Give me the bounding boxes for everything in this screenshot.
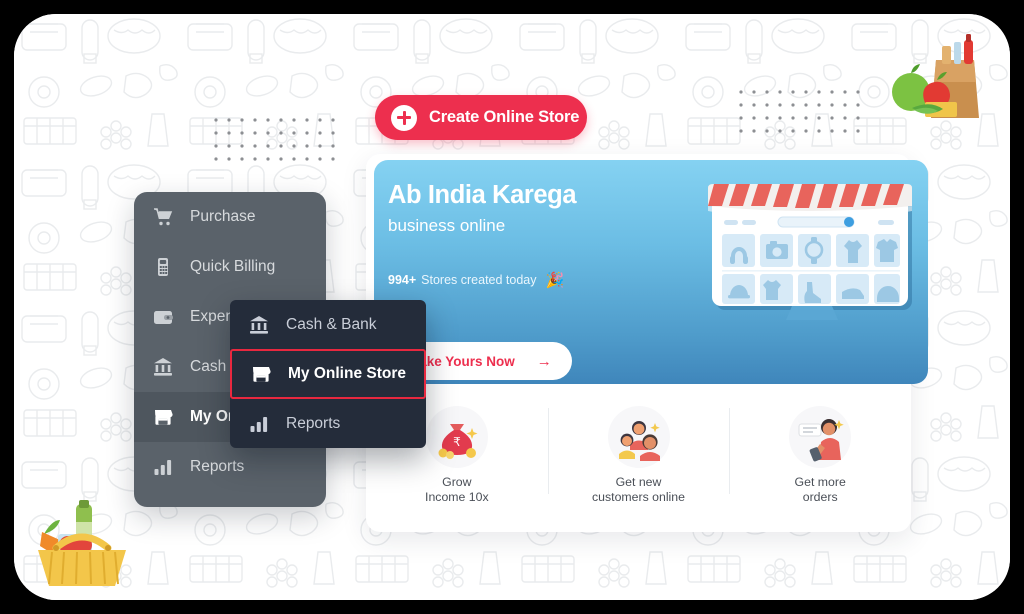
grocery-bag-illustration [884, 26, 1000, 126]
sidebar-item-label: Purchase [190, 208, 256, 225]
screenshot-root: Create Online Store Ab India Karega busi… [0, 0, 1024, 614]
hero-stat-text: Stores created today [421, 273, 537, 287]
plus-circle-icon [391, 104, 417, 131]
hero-stat: 994+ Stores created today 🎉 [388, 271, 564, 289]
bank-icon [152, 356, 174, 378]
popup-submenu: Cash & Bank My Online Store Reports [230, 300, 426, 448]
feature-caption: Get new customers online [592, 475, 685, 504]
feature-card: Get more orders [729, 392, 911, 505]
money-bag-icon: ₹ [425, 406, 488, 468]
arrow-right-icon: → [536, 352, 552, 370]
online-storefront-illustration [706, 182, 916, 327]
bar-chart-icon [152, 456, 174, 478]
sidebar-item-label: Reports [190, 458, 245, 475]
popup-item-reports[interactable]: Reports [230, 399, 426, 448]
hero-stat-count: 994+ [388, 273, 417, 287]
person-phone-order-icon [789, 406, 852, 468]
feature-caption: Grow Income 10x [425, 475, 489, 504]
popup-item-my-online-store[interactable]: My Online Store [230, 349, 426, 399]
party-popper-icon: 🎉 [545, 272, 565, 289]
store-icon [152, 406, 174, 428]
popup-item-cash-bank[interactable]: Cash & Bank [230, 300, 426, 349]
create-online-store-button[interactable]: Create Online Store [375, 95, 587, 140]
customers-group-icon [607, 406, 670, 468]
bank-icon [248, 314, 270, 336]
bar-chart-icon [248, 413, 270, 435]
grocery-basket-illustration [30, 498, 142, 594]
svg-text:₹: ₹ [453, 435, 461, 449]
sidebar-item-quick-billing[interactable]: Quick Billing [134, 242, 326, 292]
feature-card: Get new customers online [547, 392, 730, 505]
feature-caption: Get more orders [794, 475, 846, 504]
hero-banner: Ab India Karega business online 994+ Sto… [374, 160, 928, 384]
shopping-cart-icon [152, 206, 174, 228]
popup-item-label: My Online Store [288, 365, 406, 382]
wallet-icon [152, 306, 174, 328]
popup-item-label: Reports [286, 414, 341, 432]
sidebar-item-purchase[interactable]: Purchase [134, 192, 326, 242]
dot-grid-left [210, 114, 338, 170]
dot-grid-right [735, 86, 863, 138]
sidebar-item-reports[interactable]: Reports [134, 442, 326, 492]
feature-cards: ₹ Grow Income 10x Get new customers onli… [366, 392, 911, 532]
hero-title: Ab India Karega [388, 181, 577, 209]
device-frame: Create Online Store Ab India Karega busi… [14, 14, 1010, 600]
popup-item-label: Cash & Bank [286, 315, 377, 333]
create-online-store-label: Create Online Store [429, 108, 580, 126]
store-icon [250, 363, 272, 385]
sidebar-item-label: Quick Billing [190, 258, 276, 275]
hero-subtitle: business online [388, 216, 506, 235]
pos-machine-icon [152, 256, 174, 278]
